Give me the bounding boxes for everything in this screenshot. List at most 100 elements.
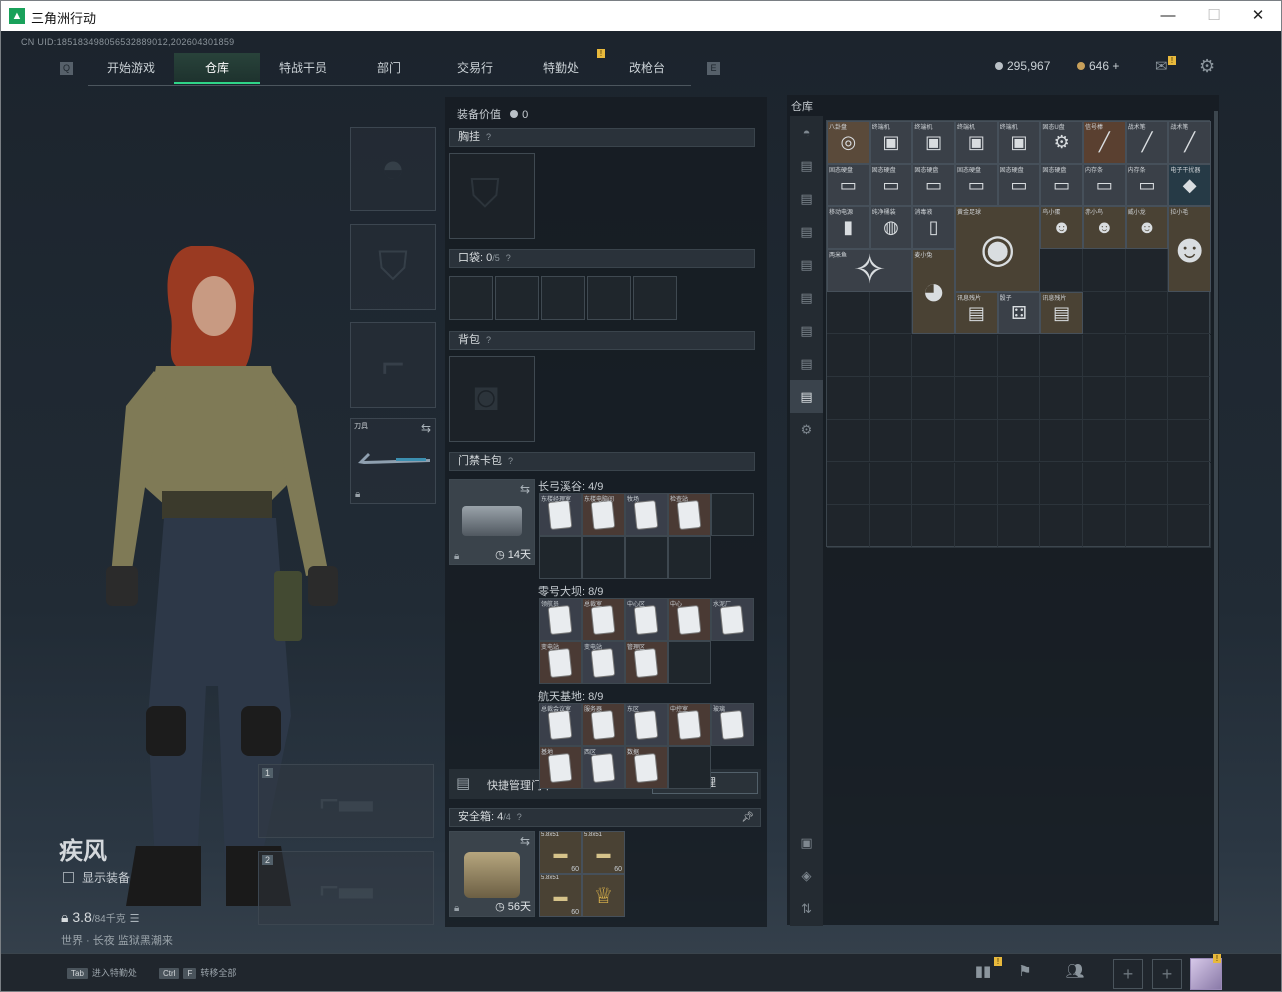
warehouse-tab-4[interactable]: ▤ <box>790 248 823 281</box>
grid-cell[interactable] <box>827 291 870 335</box>
keycard-item[interactable]: 玻璃 <box>711 703 754 746</box>
tab-warehouse[interactable]: 仓库 <box>174 53 260 84</box>
keycard-item[interactable]: 东楼经理室 <box>539 493 582 536</box>
warehouse-item[interactable]: ✧ 两米鱼 <box>827 249 913 292</box>
grid-cell[interactable] <box>1040 334 1083 378</box>
warehouse-item[interactable]: ◎ 八卦盘 <box>827 121 870 164</box>
pocket-slot[interactable] <box>449 276 493 320</box>
grid-cell[interactable] <box>1125 377 1169 420</box>
swap-icon[interactable]: ⇆ <box>520 834 530 848</box>
warehouse-tab-1[interactable]: ▤ <box>790 149 823 182</box>
grid-cell[interactable] <box>827 505 870 548</box>
grid-cell[interactable] <box>912 377 955 420</box>
warehouse-item[interactable]: ╱ 战术笔 <box>1125 121 1169 164</box>
grid-cell[interactable] <box>1040 377 1083 420</box>
tab-start-game[interactable]: 开始游戏 <box>88 53 174 84</box>
warehouse-item[interactable]: ☻ 赤小鸟 <box>1083 206 1126 250</box>
grid-cell[interactable] <box>1125 249 1169 292</box>
organize-icon[interactable]: ⇅ <box>790 892 823 925</box>
warehouse-item[interactable]: ▣ 终端机 <box>869 121 913 164</box>
swap-icon[interactable]: ⇆ <box>520 482 530 496</box>
grid-cell[interactable] <box>1083 334 1126 378</box>
warehouse-item[interactable]: ▮ 移动电源 <box>827 206 870 250</box>
gold-currency[interactable]: 646 + <box>1077 59 1119 73</box>
warehouse-item[interactable]: ▭ 固态硬盘 <box>827 163 870 207</box>
empty-keycard-slot[interactable] <box>625 536 668 579</box>
grid-cell[interactable] <box>955 419 998 463</box>
transfer-all-hint[interactable]: Ctrl F 转移全部 <box>159 966 236 979</box>
tab-departments[interactable]: 部门 <box>346 53 432 84</box>
tab-operators[interactable]: 特战干员 <box>260 53 346 84</box>
list-icon[interactable]: ☰ <box>130 913 140 925</box>
warehouse-item[interactable]: ▣ 终端机 <box>997 121 1041 164</box>
grid-cell[interactable] <box>1040 505 1083 548</box>
warehouse-item[interactable]: ☻ 威小龙 <box>1125 206 1169 250</box>
empty-keycard-slot[interactable] <box>668 746 711 789</box>
enter-special-ops-hint[interactable]: Tab 进入特勤处 <box>67 966 137 979</box>
grid-cell[interactable] <box>955 462 998 506</box>
warehouse-tab-2[interactable]: ▤ <box>790 182 823 215</box>
add-currency-button[interactable]: + <box>1112 59 1119 73</box>
close-button[interactable]: ✕ <box>1235 1 1281 31</box>
grid-cell[interactable] <box>1168 462 1211 506</box>
grid-cell[interactable] <box>827 462 870 506</box>
grid-cell[interactable] <box>997 505 1041 548</box>
warehouse-item[interactable]: ▤ 讯息残片 <box>955 291 998 335</box>
warehouse-item[interactable]: ▭ 固态硬盘 <box>912 163 955 207</box>
warehouse-tab-5[interactable]: ▤ <box>790 281 823 314</box>
keycard-item[interactable]: 变电站 <box>582 641 625 684</box>
backpack-slot[interactable]: ◙ <box>449 356 535 442</box>
empty-keycard-slot[interactable] <box>582 536 625 579</box>
grid-cell[interactable] <box>1083 377 1126 420</box>
grid-cell[interactable] <box>1040 249 1083 292</box>
warehouse-item[interactable]: ▭ 固态硬盘 <box>997 163 1041 207</box>
warehouse-item[interactable]: ▣ 终端机 <box>912 121 955 164</box>
keycard-item[interactable]: 牧场 <box>625 493 668 536</box>
warehouse-tab-3[interactable]: ▤ <box>790 215 823 248</box>
warehouse-item[interactable]: ▭ 固态硬盘 <box>955 163 998 207</box>
warehouse-item[interactable]: ▤ 讯息残片 <box>1040 291 1083 335</box>
grid-cell[interactable] <box>997 334 1041 378</box>
keycard-item[interactable]: 数据 <box>625 746 668 789</box>
pocket-slot[interactable] <box>541 276 585 320</box>
help-icon[interactable]: ? <box>486 129 491 146</box>
warehouse-tab-7[interactable]: ▤ <box>790 347 823 380</box>
keycard-item[interactable]: 中控室 <box>668 703 711 746</box>
keycard-item[interactable]: 总裁会议室 <box>539 703 582 746</box>
empty-keycard-slot[interactable] <box>668 641 711 684</box>
grid-cell[interactable] <box>1083 419 1126 463</box>
grid-cell[interactable] <box>1040 462 1083 506</box>
keycard-item[interactable]: 东楼电脑间 <box>582 493 625 536</box>
grid-cell[interactable] <box>827 377 870 420</box>
grid-cell[interactable] <box>912 505 955 548</box>
grid-cell[interactable] <box>869 334 913 378</box>
grid-cell[interactable] <box>869 462 913 506</box>
warehouse-item[interactable]: ▭ 固态硬盘 <box>1040 163 1083 207</box>
warehouse-scrollbar[interactable] <box>1214 111 1218 921</box>
grid-cell[interactable] <box>1040 419 1083 463</box>
grid-cell[interactable] <box>997 377 1041 420</box>
safe-item[interactable]: 5.8x51 ▬ 60 <box>582 831 625 874</box>
keycard-item[interactable]: 中心 <box>668 598 711 641</box>
swap-icon[interactable]: ⇆ <box>421 421 431 435</box>
warehouse-item[interactable]: ▯ 消毒液 <box>912 206 955 250</box>
pocket-slot[interactable] <box>495 276 539 320</box>
minimize-button[interactable]: — <box>1145 1 1191 31</box>
grid-cell[interactable] <box>912 419 955 463</box>
warehouse-item[interactable]: ◆ 电子干扰器 <box>1168 163 1211 207</box>
helmet-slot[interactable]: ◓ <box>350 127 436 211</box>
keycard-item[interactable]: 管理区 <box>625 641 668 684</box>
warehouse-tab-8[interactable]: ▤ <box>790 380 823 413</box>
warehouse-item[interactable]: ⚃ 骰子 <box>997 291 1041 335</box>
grid-cell[interactable] <box>827 334 870 378</box>
tab-special-ops[interactable]: 特勤处 <box>518 53 604 84</box>
keycard-item[interactable]: 领航员 <box>539 598 582 641</box>
warehouse-item[interactable]: ▭ 内存条 <box>1083 163 1126 207</box>
grid-cell[interactable] <box>1168 291 1211 335</box>
grid-cell[interactable] <box>1168 505 1211 548</box>
empty-keycard-slot[interactable] <box>539 536 582 579</box>
grid-cell[interactable] <box>1125 291 1169 335</box>
keycard-item[interactable]: 总裁室 <box>582 598 625 641</box>
keycard-item[interactable]: 基地 <box>539 746 582 789</box>
maximize-button[interactable]: ☐ <box>1191 1 1237 31</box>
